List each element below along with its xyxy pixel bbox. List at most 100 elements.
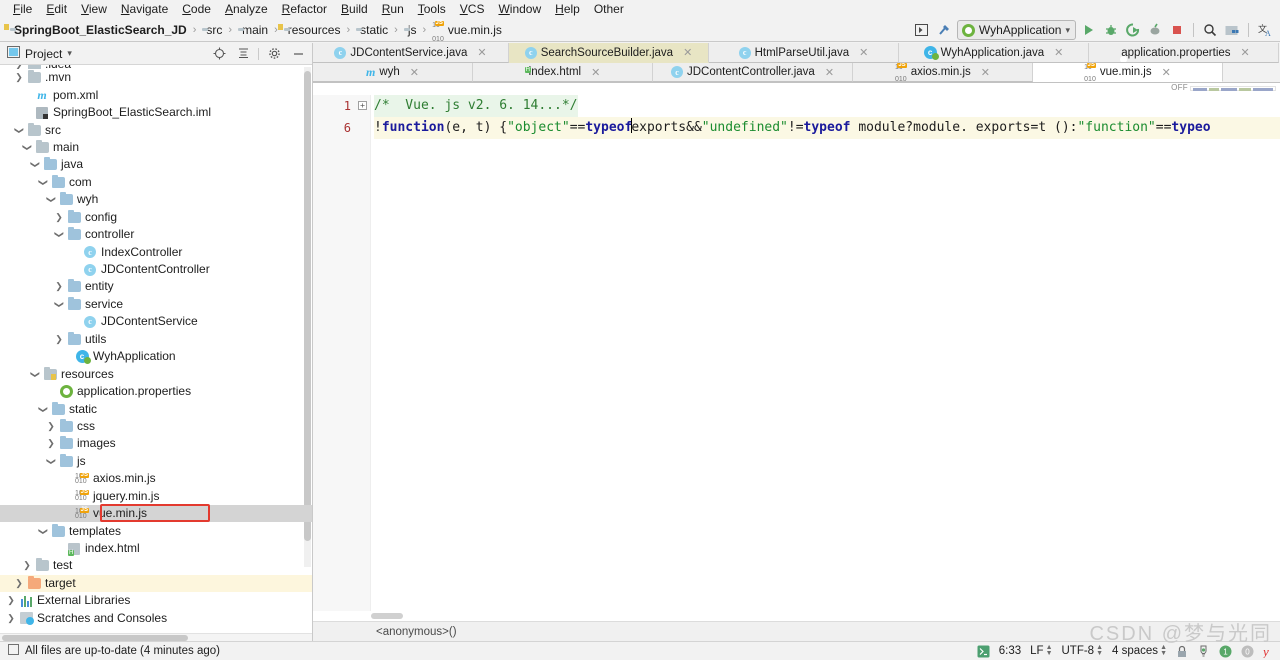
tree-item-templates[interactable]: ❯ templates: [0, 522, 312, 539]
run-configuration-selector[interactable]: WyhApplication ▾: [956, 20, 1076, 40]
close-icon[interactable]: ✕: [591, 66, 600, 79]
fold-toggle-icon[interactable]: +: [358, 101, 367, 110]
editor-tab-jdcontentservice-java[interactable]: c JDContentService.java ✕: [313, 43, 509, 63]
tree-item-java[interactable]: ❯ java: [0, 156, 312, 173]
yandex-y-icon[interactable]: y: [1263, 644, 1274, 658]
breadcrumb-item-resources[interactable]: resources: [281, 23, 344, 37]
tree-item-config[interactable]: ❯ config: [0, 209, 312, 226]
hammer-build-icon[interactable]: [935, 21, 953, 39]
chevron-down-icon[interactable]: ❯: [54, 228, 65, 242]
chevron-down-icon[interactable]: ❯: [38, 402, 49, 416]
editor-tab-wyh[interactable]: m wyh ✕: [313, 63, 473, 82]
tree-item-jdcontentcontroller[interactable]: c JDContentController: [0, 261, 312, 278]
close-icon[interactable]: ✕: [1054, 46, 1063, 59]
collapse-all-icon[interactable]: [234, 45, 252, 63]
run-coverage-icon[interactable]: [1124, 21, 1142, 39]
locate-icon[interactable]: [210, 45, 228, 63]
chevron-right-icon[interactable]: ❯: [44, 438, 58, 449]
editor-bottom-breadcrumb[interactable]: <anonymous>(): [313, 621, 1280, 641]
line-separator[interactable]: LF ▲ ▼: [1030, 644, 1052, 657]
chevron-down-icon[interactable]: ❯: [30, 158, 41, 172]
tree-item-jquery-min-js[interactable]: 10 JS 010 jquery.min.js: [0, 488, 312, 505]
breadcrumb-item-src[interactable]: src: [199, 23, 225, 37]
tree-item-indexcontroller[interactable]: c IndexController: [0, 243, 312, 260]
select-opened-file-icon[interactable]: [913, 21, 931, 39]
editor-tab-searchsourcebuilder-java[interactable]: c SearchSourceBuilder.java ✕: [509, 43, 709, 63]
editor-tab-axios-min-js[interactable]: 10JS010axios.min.js ✕: [853, 63, 1033, 82]
tree-item-springboot-elasticsearch-iml[interactable]: SpringBoot_ElasticSearch.iml: [0, 104, 312, 121]
chevron-down-icon[interactable]: ❯: [46, 193, 57, 207]
close-icon[interactable]: ✕: [1241, 46, 1250, 59]
close-icon[interactable]: ✕: [825, 66, 834, 79]
tree-item-index-html[interactable]: index.html: [0, 540, 312, 557]
editor-horizontal-scrollbar[interactable]: [313, 611, 1280, 621]
chevron-right-icon[interactable]: ❯: [52, 212, 66, 223]
chevron-down-icon[interactable]: ▾: [67, 48, 72, 59]
notifications-gray-badge[interactable]: 0: [1241, 645, 1254, 658]
tree-item-main[interactable]: ❯ main: [0, 139, 312, 156]
chevron-down-icon[interactable]: ❯: [30, 367, 41, 381]
tree-item-utils[interactable]: ❯ utils: [0, 331, 312, 348]
tree-item-target[interactable]: ❯ target: [0, 574, 312, 593]
tree-item-src[interactable]: ❯ src: [0, 121, 312, 138]
chevron-right-icon[interactable]: ❯: [52, 334, 66, 345]
tree-item-static[interactable]: ❯ static: [0, 400, 312, 417]
tree-horizontal-scrollbar[interactable]: [0, 633, 312, 641]
close-icon[interactable]: ✕: [477, 46, 486, 59]
tree-item-pom-xml[interactable]: m pom.xml: [0, 86, 312, 103]
inspection-icon[interactable]: [1197, 645, 1210, 658]
code-lines[interactable]: /* Vue. js v2. 6. 14...*/!function(e, t)…: [371, 95, 1280, 611]
status-toggle-icon[interactable]: [8, 644, 19, 658]
chevron-down-icon[interactable]: ❯: [22, 140, 33, 154]
breadcrumb-item-static[interactable]: static: [353, 23, 391, 37]
breadcrumb-item-js[interactable]: js: [401, 23, 420, 37]
hide-icon[interactable]: [289, 45, 307, 63]
close-icon[interactable]: ✕: [683, 46, 692, 59]
chevron-down-icon[interactable]: ❯: [14, 123, 25, 137]
editor-tab-jdcontentcontroller-java[interactable]: c JDContentController.java ✕: [653, 63, 853, 82]
tree-item-js[interactable]: ❯ js: [0, 453, 312, 470]
code-line-6[interactable]: !function(e, t) {"object"==typeofexports…: [374, 117, 1280, 139]
chevron-right-icon[interactable]: ❯: [12, 72, 26, 83]
chevron-right-icon[interactable]: ❯: [4, 613, 18, 624]
tree-item-wyhapplication[interactable]: c WyhApplication: [0, 348, 312, 365]
close-icon[interactable]: ✕: [410, 66, 419, 79]
chevron-right-icon[interactable]: ❯: [4, 595, 18, 606]
close-icon[interactable]: ✕: [1162, 66, 1171, 79]
notifications-green-badge[interactable]: 1: [1219, 645, 1232, 658]
tree-item-css[interactable]: ❯ css: [0, 418, 312, 435]
chevron-down-icon[interactable]: ❯: [46, 454, 57, 468]
debug-icon[interactable]: [1102, 21, 1120, 39]
menu-item-help[interactable]: Help: [548, 1, 587, 17]
chevron-down-icon[interactable]: ❯: [54, 297, 65, 311]
search-icon[interactable]: [1201, 21, 1219, 39]
code-editor[interactable]: 16 + /* Vue. js v2. 6. 14...*/!function(…: [313, 95, 1280, 611]
tree-item-resources[interactable]: ❯ resources: [0, 365, 312, 382]
stop-icon[interactable]: [1168, 21, 1186, 39]
chevron-right-icon[interactable]: ❯: [44, 421, 58, 432]
translate-icon[interactable]: 文A: [1256, 21, 1274, 39]
project-structure-icon[interactable]: [1223, 21, 1241, 39]
tree-item-service[interactable]: ❯ service: [0, 296, 312, 313]
code-line-1[interactable]: /* Vue. js v2. 6. 14...*/: [374, 95, 578, 117]
tree-item-test[interactable]: ❯ test: [0, 557, 312, 574]
tree-item-jdcontentservice[interactable]: c JDContentService: [0, 313, 312, 330]
chevron-down-icon[interactable]: ❯: [38, 524, 49, 538]
tree-item-axios-min-js[interactable]: 10 JS 010 axios.min.js: [0, 470, 312, 487]
tree-item-scratches-and-consoles[interactable]: ❯ Scratches and Consoles: [0, 610, 312, 627]
chevron-right-icon[interactable]: ❯: [12, 578, 26, 589]
breadcrumb-item-springboot-elasticsearch-jd[interactable]: SpringBoot_ElasticSearch_JD: [7, 23, 190, 37]
chevron-right-icon[interactable]: ❯: [52, 281, 66, 292]
code-folding-column[interactable]: +: [357, 95, 371, 611]
editor-tab-index-html[interactable]: index.html ✕: [473, 63, 653, 82]
code-minimap[interactable]: [1190, 86, 1276, 91]
project-tree[interactable]: ❯.idea❯.mvnmpom.xmlSpringBoot_ElasticSea…: [0, 65, 312, 633]
editor-tab-wyhapplication-java[interactable]: c WyhApplication.java ✕: [899, 43, 1089, 63]
breadcrumb-item-vue-min-js[interactable]: 10JS010vue.min.js: [429, 16, 505, 44]
indent-setting[interactable]: 4 spaces ▲ ▼: [1112, 644, 1167, 657]
tree-item-wyh[interactable]: ❯ wyh: [0, 191, 312, 208]
tree-item-vue-min-js[interactable]: 10 JS 010 vue.min.js: [0, 504, 312, 523]
breadcrumb-item-main[interactable]: main: [235, 23, 271, 37]
profile-icon[interactable]: [1146, 21, 1164, 39]
editor-tab-application-properties[interactable]: application.properties ✕: [1089, 43, 1279, 63]
